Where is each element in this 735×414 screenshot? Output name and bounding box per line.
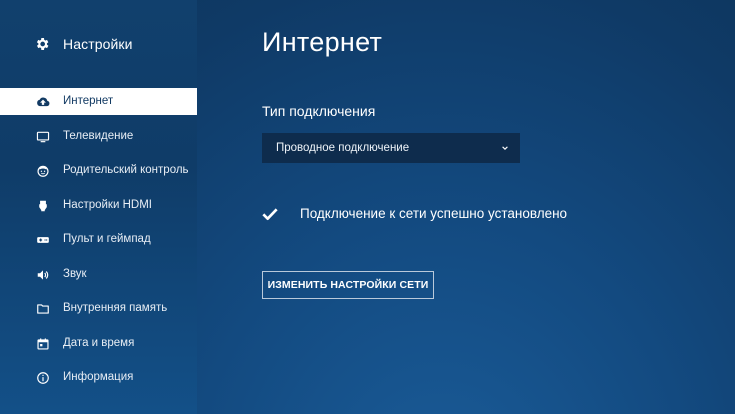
sidebar-item-label: Пульт и геймпад [63, 233, 151, 245]
calendar-icon [37, 337, 49, 350]
sidebar-item-label: Информация [63, 371, 134, 383]
sidebar-item-internet[interactable]: Интернет [0, 88, 197, 115]
cloud-icon [37, 97, 50, 107]
sidebar-item-label: Настройки HDMI [63, 198, 152, 211]
sidebar-item-label: Телевидение [63, 129, 134, 142]
chevron-down-icon [502, 146, 508, 150]
sidebar-item-date-time[interactable]: Дата и время [0, 330, 197, 357]
folder-icon [37, 304, 49, 314]
settings-menu: Интернет Телевидение Родительский контро… [0, 88, 197, 399]
sidebar-header: Настройки [0, 30, 197, 58]
sidebar-item-parental-control[interactable]: Родительский контроль [0, 157, 197, 184]
sidebar-item-hdmi[interactable]: Настройки HDMI [0, 192, 197, 219]
sidebar-item-storage[interactable]: Внутренняя память [0, 295, 197, 322]
sidebar-title: Настройки [63, 36, 133, 52]
connection-type-select[interactable]: Проводное подключение [262, 133, 520, 163]
sidebar-item-label: Звук [63, 267, 87, 280]
checkmark-icon [262, 208, 278, 221]
sidebar-item-tv[interactable]: Телевидение [0, 123, 197, 150]
info-icon [37, 372, 49, 384]
sidebar: Настройки Интернет Телевидение Родительс… [0, 0, 197, 414]
connection-type-label: Тип подключения [262, 103, 376, 119]
sidebar-item-remote-gamepad[interactable]: Пульт и геймпад [0, 226, 197, 253]
speaker-icon [37, 269, 49, 280]
sidebar-item-label: Дата и время [63, 336, 135, 349]
sidebar-item-info[interactable]: Информация [0, 364, 197, 391]
sidebar-item-sound[interactable]: Звук [0, 261, 197, 288]
page-title: Интернет [262, 27, 383, 57]
child-face-icon [37, 165, 49, 177]
sidebar-item-label: Родительский контроль [63, 164, 189, 176]
tv-icon [36, 131, 50, 142]
change-network-settings-button[interactable]: ИЗМЕНИТЬ НАСТРОЙКИ СЕТИ [262, 271, 434, 299]
connection-type-value: Проводное подключение [276, 142, 410, 154]
gear-icon [36, 38, 49, 50]
sidebar-item-label: Интернет [63, 95, 114, 107]
gamepad-icon [37, 237, 49, 243]
sidebar-item-label: Внутренняя память [63, 302, 168, 314]
connection-status-text: Подключение к сети успешно установлено [300, 206, 568, 221]
hdmi-icon [39, 200, 47, 211]
